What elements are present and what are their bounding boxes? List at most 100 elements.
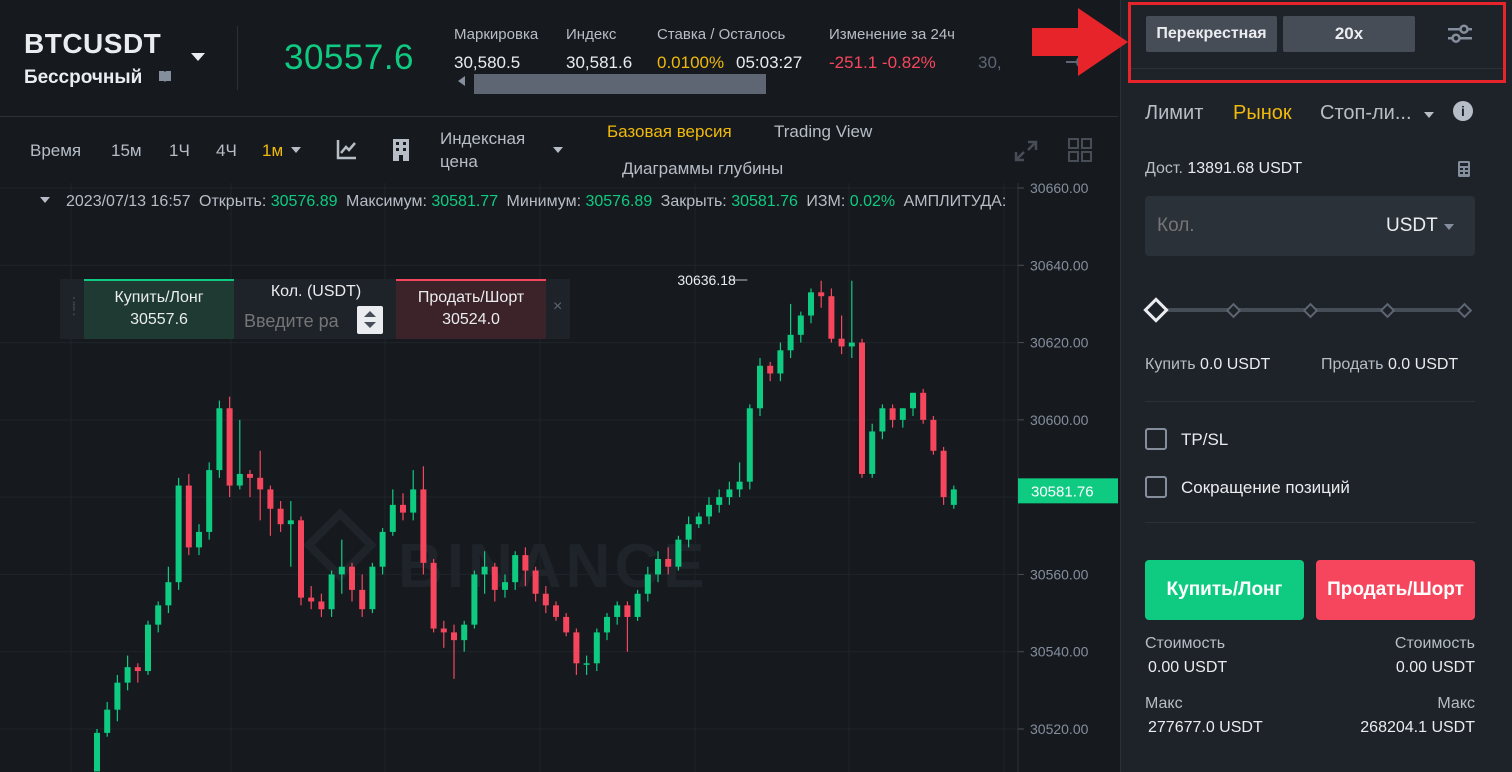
candle-body bbox=[675, 539, 682, 567]
view-tradingview[interactable]: Trading View bbox=[774, 122, 872, 142]
indicators-icon[interactable] bbox=[336, 138, 358, 160]
candle-body bbox=[420, 489, 427, 563]
stepper-up-icon[interactable] bbox=[364, 311, 376, 317]
y-tick-label: 30520.00 bbox=[1030, 721, 1089, 737]
candle-body bbox=[910, 392, 916, 409]
ohlc-legend: 2023/07/13 16:57 Открыть: 30576.89 Макси… bbox=[66, 193, 1006, 211]
candle-body bbox=[471, 574, 478, 625]
candle-body bbox=[593, 632, 600, 664]
ohlc-low-label: Минимум: bbox=[506, 193, 582, 210]
candle-body bbox=[318, 601, 325, 610]
qty-stepper[interactable] bbox=[357, 306, 383, 334]
sell-short-button[interactable]: Продать/Шорт bbox=[1316, 560, 1475, 620]
tab-stop-limit[interactable]: Стоп-ли... bbox=[1320, 102, 1412, 125]
last-price: 30557.6 bbox=[284, 38, 415, 77]
candle-body bbox=[818, 292, 825, 297]
symbol-dropdown-icon[interactable] bbox=[191, 53, 205, 61]
candle-body bbox=[869, 431, 876, 474]
tab-market[interactable]: Рынок bbox=[1233, 102, 1292, 125]
tab-limit[interactable]: Лимит bbox=[1145, 102, 1203, 125]
watermark-text: BINANCE bbox=[398, 532, 708, 601]
stats-scrollbar[interactable] bbox=[474, 74, 766, 94]
close-icon[interactable]: × bbox=[553, 298, 562, 316]
quantity-input[interactable] bbox=[1157, 212, 1357, 240]
candle-body bbox=[808, 292, 814, 316]
price-chart[interactable]: BINANCE30520.0030540.0030560.0030580.003… bbox=[0, 183, 1118, 772]
unit-dropdown-icon[interactable] bbox=[1444, 224, 1454, 230]
y-tick-label: 30640.00 bbox=[1030, 257, 1089, 273]
drag-handle-icon[interactable]: ⋮⋮ ⋮⋮ bbox=[67, 295, 95, 319]
view-basic[interactable]: Базовая версия bbox=[607, 122, 732, 142]
candle-body bbox=[573, 632, 580, 664]
ticker-bar: BTCUSDT Бессрочный 30557.6 Маркировка 30… bbox=[0, 0, 1118, 117]
price-type-dropdown-icon[interactable] bbox=[553, 147, 563, 153]
candle-body bbox=[879, 408, 886, 432]
building-icon[interactable] bbox=[391, 138, 411, 162]
reduce-only-label: Сокращение позиций bbox=[1181, 478, 1350, 497]
candle-body bbox=[298, 520, 304, 598]
candle-body bbox=[848, 342, 855, 347]
candle-body bbox=[410, 489, 417, 513]
price-type-line2[interactable]: цена bbox=[440, 152, 478, 172]
view-depth[interactable]: Диаграммы глубины bbox=[622, 159, 783, 179]
sell-max-value: 268204.1 USDT bbox=[1360, 719, 1475, 736]
scroll-left-icon[interactable] bbox=[458, 76, 465, 86]
ohlc-close-label: Закрыть: bbox=[660, 193, 727, 210]
funding-countdown: 05:03:27 bbox=[736, 53, 803, 72]
interval-4h[interactable]: 4Ч bbox=[216, 141, 237, 161]
candle-body bbox=[950, 489, 957, 505]
quick-buy-button[interactable]: Купить/Лонг 30557.6 bbox=[84, 279, 234, 339]
buy-long-button[interactable]: Купить/Лонг bbox=[1145, 560, 1304, 620]
candle-body bbox=[338, 566, 345, 575]
candle-body bbox=[185, 485, 192, 548]
symbol-name[interactable]: BTCUSDT bbox=[24, 28, 161, 60]
candle-body bbox=[247, 473, 253, 478]
interval-1h[interactable]: 1Ч bbox=[169, 141, 190, 161]
order-type-dropdown-icon[interactable] bbox=[1424, 112, 1434, 118]
buy-max-value: 277677.0 USDT bbox=[1148, 719, 1263, 736]
stepper-down-icon[interactable] bbox=[364, 322, 376, 328]
candle-body bbox=[553, 605, 559, 617]
grid-layout-icon[interactable] bbox=[1068, 138, 1092, 162]
candle-body bbox=[563, 616, 570, 633]
quantity-field[interactable]: USDT bbox=[1145, 196, 1475, 256]
buy-cost-value: 0.00 USDT bbox=[1148, 659, 1228, 676]
price-type-line1[interactable]: Индексная bbox=[440, 129, 525, 149]
info-icon[interactable]: i bbox=[1453, 101, 1473, 121]
candle-body bbox=[236, 473, 243, 486]
candlestick-chart[interactable]: BINANCE30520.0030540.0030560.0030580.003… bbox=[0, 183, 1118, 772]
expand-icon[interactable] bbox=[1014, 140, 1038, 162]
index-price-value: 30,581.6 bbox=[566, 53, 633, 72]
candle-body bbox=[226, 408, 233, 486]
quick-sell-price: 30524.0 bbox=[442, 311, 500, 328]
y-tick-label: 30620.00 bbox=[1030, 335, 1089, 351]
candle-body bbox=[451, 632, 457, 641]
index-price-label: Индекс bbox=[566, 26, 617, 43]
ohlc-change-label: ИЗМ: bbox=[806, 193, 846, 210]
candle-body bbox=[889, 408, 896, 420]
candle-body bbox=[175, 485, 182, 583]
reduce-only-checkbox[interactable] bbox=[1145, 476, 1167, 498]
quantity-unit[interactable]: USDT bbox=[1386, 215, 1438, 237]
candle-body bbox=[287, 520, 294, 525]
quick-buy-price: 30557.6 bbox=[130, 311, 188, 328]
calculator-icon[interactable] bbox=[1457, 160, 1471, 178]
interval-15m[interactable]: 15м bbox=[111, 141, 142, 161]
interval-time[interactable]: Время bbox=[30, 141, 81, 161]
candle-body bbox=[532, 570, 539, 594]
book-icon[interactable] bbox=[158, 69, 172, 83]
interval-dropdown-icon[interactable] bbox=[291, 147, 301, 153]
candle-body bbox=[257, 477, 264, 490]
contract-type: Бессрочный bbox=[24, 67, 143, 88]
interval-1m[interactable]: 1м bbox=[262, 141, 283, 161]
quick-sell-button[interactable]: Продать/Шорт 30524.0 bbox=[396, 279, 546, 339]
sell-cost-label: Стоимость bbox=[1394, 635, 1475, 652]
legend-collapse-icon[interactable] bbox=[40, 197, 50, 203]
quick-sell-label: Продать/Шорт bbox=[417, 289, 525, 306]
tpsl-checkbox[interactable] bbox=[1145, 428, 1167, 450]
funding-label: Ставка / Осталось bbox=[657, 26, 786, 43]
sell-cost-value: 0.00 USDT bbox=[1395, 659, 1475, 676]
buy-amount-value: 0.0 USDT bbox=[1200, 356, 1271, 373]
ohlc-date: 2023/07/13 16:57 bbox=[66, 193, 191, 210]
quick-qty-input[interactable] bbox=[244, 309, 358, 333]
